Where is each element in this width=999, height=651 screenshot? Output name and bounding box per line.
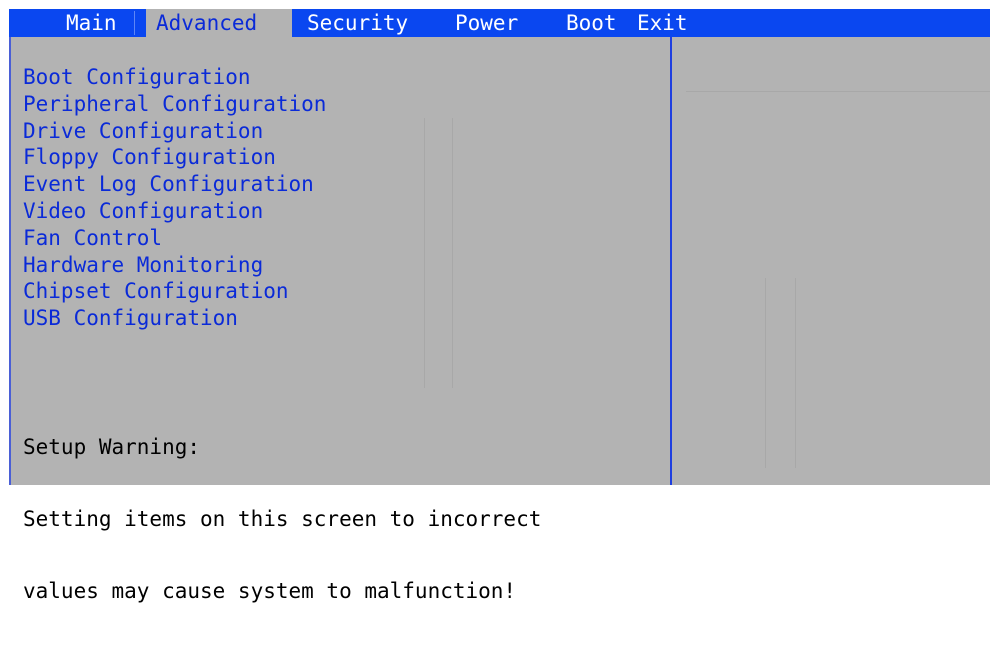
panel-left-border <box>9 37 11 485</box>
help-panel-divider <box>670 37 672 485</box>
tab-power[interactable]: Power <box>447 9 543 37</box>
menu-item-video-configuration[interactable]: Video Configuration <box>23 198 326 225</box>
menu-item-event-log-configuration[interactable]: Event Log Configuration <box>23 171 326 198</box>
menu-item-hardware-monitoring[interactable]: Hardware Monitoring <box>23 252 326 279</box>
setup-warning: Setup Warning: Setting items on this scr… <box>23 387 541 651</box>
tab-exit[interactable]: Exit <box>629 9 709 37</box>
menu-item-chipset-configuration[interactable]: Chipset Configuration <box>23 278 326 305</box>
menu-item-fan-control[interactable]: Fan Control <box>23 225 326 252</box>
setup-warning-title: Setup Warning: <box>23 435 201 459</box>
artifact-line <box>452 118 453 388</box>
setup-warning-line: Setting items on this screen to incorrec… <box>23 507 542 531</box>
tab-separator <box>134 11 135 35</box>
artifact-line <box>795 278 796 468</box>
artifact-line <box>765 278 766 468</box>
menu-item-floppy-configuration[interactable]: Floppy Configuration <box>23 144 326 171</box>
bios-setup-screen: Main Advanced Security Power Boot Exit B… <box>0 0 999 603</box>
tab-main[interactable]: Main <box>58 9 134 37</box>
menu-item-usb-configuration[interactable]: USB Configuration <box>23 305 326 332</box>
menu-item-boot-configuration[interactable]: Boot Configuration <box>23 64 326 91</box>
advanced-menu-list: Boot Configuration Peripheral Configurat… <box>23 64 326 332</box>
artifact-line <box>424 118 425 388</box>
tab-security[interactable]: Security <box>299 9 449 37</box>
menu-bar: Main Advanced Security Power Boot Exit <box>9 9 990 37</box>
setup-warning-line: values may cause system to malfunction! <box>23 579 517 603</box>
help-area-line <box>686 91 990 92</box>
tab-boot[interactable]: Boot <box>558 9 632 37</box>
tab-advanced[interactable]: Advanced <box>146 9 292 37</box>
menu-item-peripheral-configuration[interactable]: Peripheral Configuration <box>23 91 326 118</box>
menu-item-drive-configuration[interactable]: Drive Configuration <box>23 118 326 145</box>
